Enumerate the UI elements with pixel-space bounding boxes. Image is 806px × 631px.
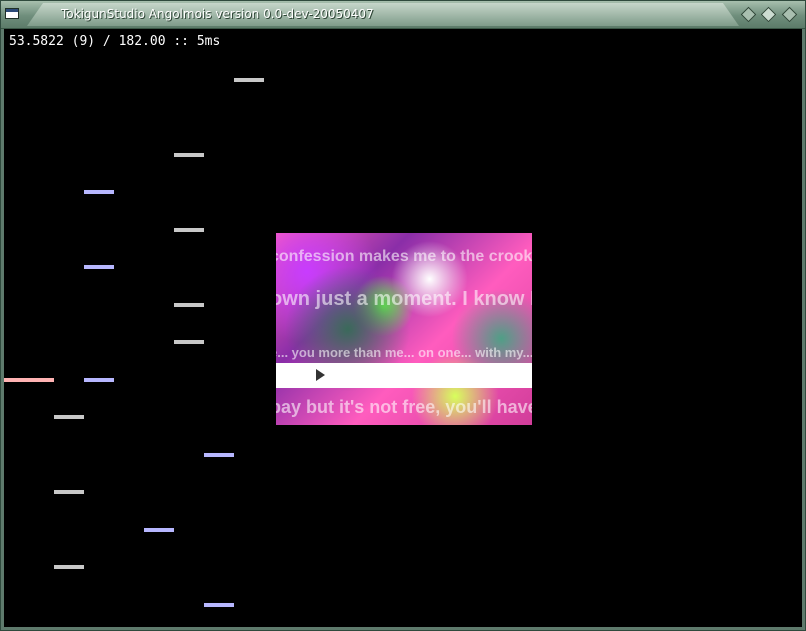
note	[84, 378, 114, 382]
play-icon	[316, 369, 325, 381]
note	[84, 265, 114, 269]
note	[174, 153, 204, 157]
note	[54, 565, 84, 569]
note	[54, 490, 84, 494]
background-animation: confession makes me to the crooked man w…	[276, 233, 532, 425]
game-playfield[interactable]: 53.5822 (9) / 182.00 :: 5ms confession m…	[4, 29, 802, 627]
app-window: TokigunStudio Angolmois version 0.0-dev-…	[0, 0, 806, 631]
window-title: TokigunStudio Angolmois version 0.0-dev-…	[61, 7, 374, 21]
bga-video-bar	[276, 363, 532, 388]
note	[84, 190, 114, 194]
note	[234, 78, 264, 82]
bga-text: pay but it's not free, you'll have to	[276, 397, 532, 417]
note	[144, 528, 174, 532]
bga-text: confession makes me to the crooked man w…	[276, 248, 532, 265]
note	[174, 340, 204, 344]
status-readout: 53.5822 (9) / 182.00 :: 5ms	[9, 34, 221, 49]
window-icon[interactable]	[5, 8, 19, 19]
bga-text: own just a moment. I know I let you	[276, 288, 532, 310]
note	[174, 303, 204, 307]
close-icon[interactable]	[781, 6, 798, 23]
note	[54, 415, 84, 419]
note	[204, 603, 234, 607]
bga-text: e... you more than me... on one... with …	[276, 345, 532, 360]
note	[174, 228, 204, 232]
note	[4, 378, 54, 382]
note	[204, 453, 234, 457]
minimize-icon[interactable]	[740, 6, 757, 23]
title-bar[interactable]: TokigunStudio Angolmois version 0.0-dev-…	[1, 1, 805, 29]
maximize-icon[interactable]	[760, 6, 777, 23]
